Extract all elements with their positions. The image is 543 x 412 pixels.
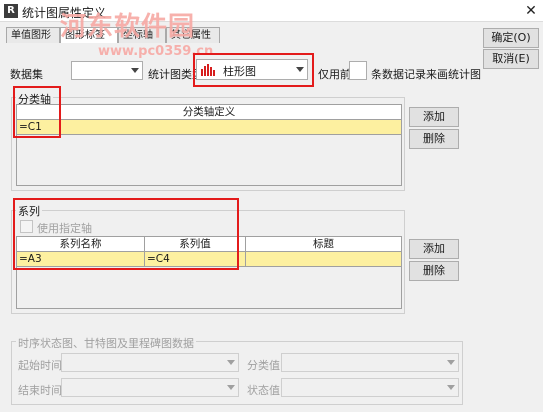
start-time-select[interactable] [61,353,239,372]
series-title-cell[interactable] [246,252,402,267]
tab-single-value-graph[interactable]: 单值图形 [6,27,60,43]
category-add-button[interactable]: 添加 [409,107,459,127]
records-suffix-label: 条数据记录来画统计图 [371,68,481,81]
series-delete-button[interactable]: 删除 [409,261,459,281]
category-axis-grid: 分类轴定义 =C1 [16,104,402,186]
ok-button[interactable]: 确定(O) [483,28,539,48]
chevron-down-icon [131,68,139,73]
dataset-label: 数据集 [10,68,43,81]
status-value-select[interactable] [281,378,459,397]
dataset-select[interactable] [71,61,143,80]
category-value-select[interactable] [281,353,459,372]
chevron-down-icon [227,360,235,365]
app-icon: R [4,4,18,18]
timeline-title: 时序状态图、甘特图及里程碑图数据 [16,335,196,351]
chevron-down-icon [447,360,455,365]
series-title-header: 标题 [246,237,402,252]
highlight-box-chart-type [193,53,314,87]
category-value-label: 分类值 [247,359,280,372]
end-time-select[interactable] [61,378,239,397]
status-value-label: 状态值 [247,384,280,397]
series-add-button[interactable]: 添加 [409,239,459,259]
start-time-label: 起始时间 [18,359,62,372]
cancel-button[interactable]: 取消(E) [483,49,539,69]
chevron-down-icon [227,385,235,390]
only-first-label: 仅用前 [318,68,351,81]
close-icon[interactable]: ✕ [521,1,541,21]
table-row[interactable]: =C1 [17,120,402,135]
end-time-label: 结束时间 [18,384,62,397]
highlight-box-series [13,198,239,270]
category-delete-button[interactable]: 删除 [409,129,459,149]
chevron-down-icon [447,385,455,390]
category-axis-column-header: 分类轴定义 [17,105,402,120]
record-count-input[interactable] [349,61,367,80]
watermark-text: 河东软件园 [60,12,196,42]
highlight-box-category-axis [13,86,61,138]
